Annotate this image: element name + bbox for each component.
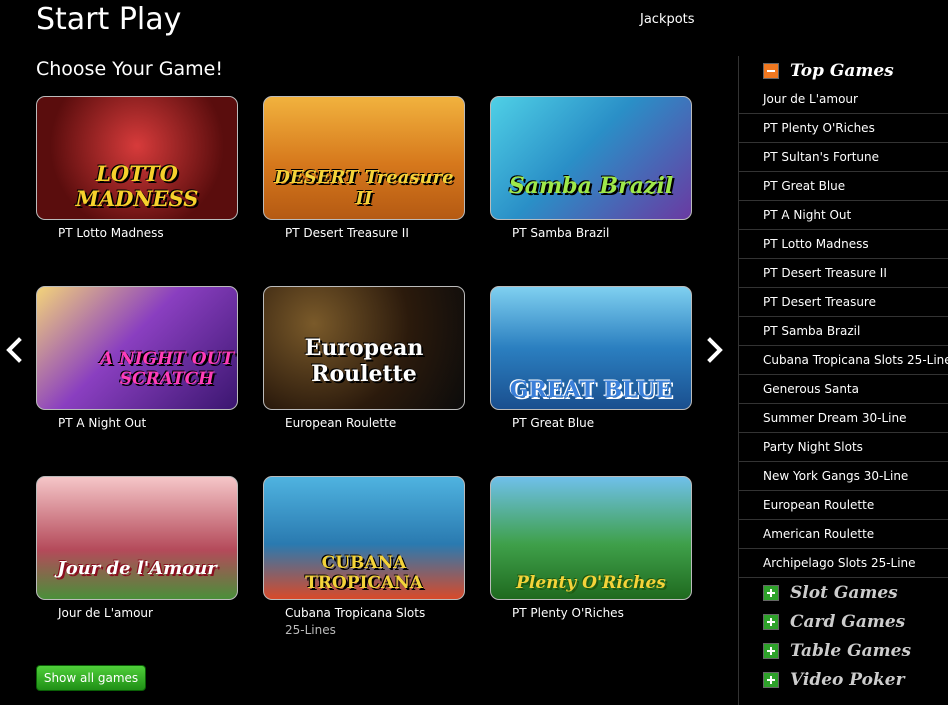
game-thumbnail[interactable]: LOTTO MADNESS xyxy=(36,96,238,220)
top-game-item[interactable]: Party Night Slots xyxy=(739,433,948,462)
game-thumbnail[interactable]: CUBANA TROPICANA xyxy=(263,476,465,600)
jackpots-link[interactable]: Jackpots xyxy=(640,12,695,27)
game-card-desert-treasure-ii[interactable]: DESERT Treasure II PT Desert Treasure II xyxy=(263,96,465,241)
top-game-item[interactable]: New York Gangs 30-Line xyxy=(739,462,948,491)
category-label: Card Games xyxy=(790,611,906,632)
game-card-cubana-tropicana[interactable]: CUBANA TROPICANA Cubana Tropicana Slots … xyxy=(263,476,465,637)
game-thumbnail[interactable]: DESERT Treasure II xyxy=(263,96,465,220)
game-name[interactable]: PT Samba Brazil xyxy=(512,226,692,241)
top-game-item[interactable]: PT Sultan's Fortune xyxy=(739,143,948,172)
games-grid: LOTTO MADNESS PT Lotto Madness DESERT Tr… xyxy=(36,96,696,656)
chevron-right-icon xyxy=(707,337,723,363)
top-game-item[interactable]: PT Desert Treasure xyxy=(739,288,948,317)
top-game-item[interactable]: PT Lotto Madness xyxy=(739,230,948,259)
top-game-item[interactable]: PT A Night Out xyxy=(739,201,948,230)
game-thumbnail[interactable]: Jour de l'Amour xyxy=(36,476,238,600)
game-card-plenty-oriches[interactable]: Plenty O'Riches PT Plenty O'Riches xyxy=(490,476,692,621)
top-game-item[interactable]: PT Plenty O'Riches xyxy=(739,114,948,143)
top-games-list: Jour de L'amour PT Plenty O'Riches PT Su… xyxy=(739,85,948,578)
chevron-left-icon xyxy=(6,337,22,363)
category-table-games[interactable]: Table Games xyxy=(739,636,948,665)
category-label: Top Games xyxy=(790,60,894,81)
plus-square-icon xyxy=(763,642,779,659)
section-heading: Choose Your Game! xyxy=(36,58,223,80)
game-name[interactable]: PT Desert Treasure II xyxy=(285,226,465,241)
sidebar: Top Games Jour de L'amour PT Plenty O'Ri… xyxy=(738,56,948,705)
game-card-great-blue[interactable]: GREAT BLUE PT Great Blue xyxy=(490,286,692,431)
next-page-button[interactable] xyxy=(703,336,727,364)
top-game-item[interactable]: Generous Santa xyxy=(739,375,948,404)
game-card-jour-de-lamour[interactable]: Jour de l'Amour Jour de L'amour xyxy=(36,476,238,621)
top-game-item[interactable]: PT Samba Brazil xyxy=(739,317,948,346)
top-game-item[interactable]: Summer Dream 30-Line xyxy=(739,404,948,433)
game-thumbnail[interactable]: GREAT BLUE xyxy=(490,286,692,410)
top-game-item[interactable]: Jour de L'amour xyxy=(739,85,948,114)
game-name[interactable]: Jour de L'amour xyxy=(58,606,238,621)
category-label: Slot Games xyxy=(790,582,898,603)
top-game-item[interactable]: PT Great Blue xyxy=(739,172,948,201)
game-subtitle: 25-Lines xyxy=(285,623,336,637)
game-card-european-roulette[interactable]: European Roulette European Roulette xyxy=(263,286,465,431)
game-name[interactable]: European Roulette xyxy=(285,416,465,431)
game-thumbnail[interactable]: A NIGHT OUT SCRATCH xyxy=(36,286,238,410)
show-all-games-button[interactable]: Show all games xyxy=(36,665,146,691)
category-top-games[interactable]: Top Games xyxy=(739,56,948,85)
top-game-item[interactable]: American Roulette xyxy=(739,520,948,549)
top-game-item[interactable]: Cubana Tropicana Slots 25-Lines xyxy=(739,346,948,375)
game-card-a-night-out[interactable]: A NIGHT OUT SCRATCH PT A Night Out xyxy=(36,286,238,431)
game-name[interactable]: Cubana Tropicana Slots xyxy=(285,606,465,621)
game-card-samba-brazil[interactable]: Samba Brazil PT Samba Brazil xyxy=(490,96,692,241)
game-thumbnail[interactable]: Plenty O'Riches xyxy=(490,476,692,600)
game-thumbnail[interactable]: European Roulette xyxy=(263,286,465,410)
prev-page-button[interactable] xyxy=(2,336,26,364)
category-video-poker[interactable]: Video Poker xyxy=(739,665,948,694)
category-label: Video Poker xyxy=(790,669,905,690)
minus-square-icon xyxy=(763,62,779,79)
game-name[interactable]: PT Great Blue xyxy=(512,416,692,431)
plus-square-icon xyxy=(763,584,779,601)
category-card-games[interactable]: Card Games xyxy=(739,607,948,636)
plus-square-icon xyxy=(763,671,779,688)
page-title: Start Play xyxy=(36,2,182,37)
game-card-lotto-madness[interactable]: LOTTO MADNESS PT Lotto Madness xyxy=(36,96,238,241)
top-game-item[interactable]: PT Desert Treasure II xyxy=(739,259,948,288)
category-slot-games[interactable]: Slot Games xyxy=(739,578,948,607)
category-label: Table Games xyxy=(790,640,912,661)
game-thumbnail[interactable]: Samba Brazil xyxy=(490,96,692,220)
game-name[interactable]: PT A Night Out xyxy=(58,416,238,431)
plus-square-icon xyxy=(763,613,779,630)
top-game-item[interactable]: European Roulette xyxy=(739,491,948,520)
game-name[interactable]: PT Lotto Madness xyxy=(58,226,238,241)
game-name[interactable]: PT Plenty O'Riches xyxy=(512,606,692,621)
top-game-item[interactable]: Archipelago Slots 25-Line xyxy=(739,549,948,578)
